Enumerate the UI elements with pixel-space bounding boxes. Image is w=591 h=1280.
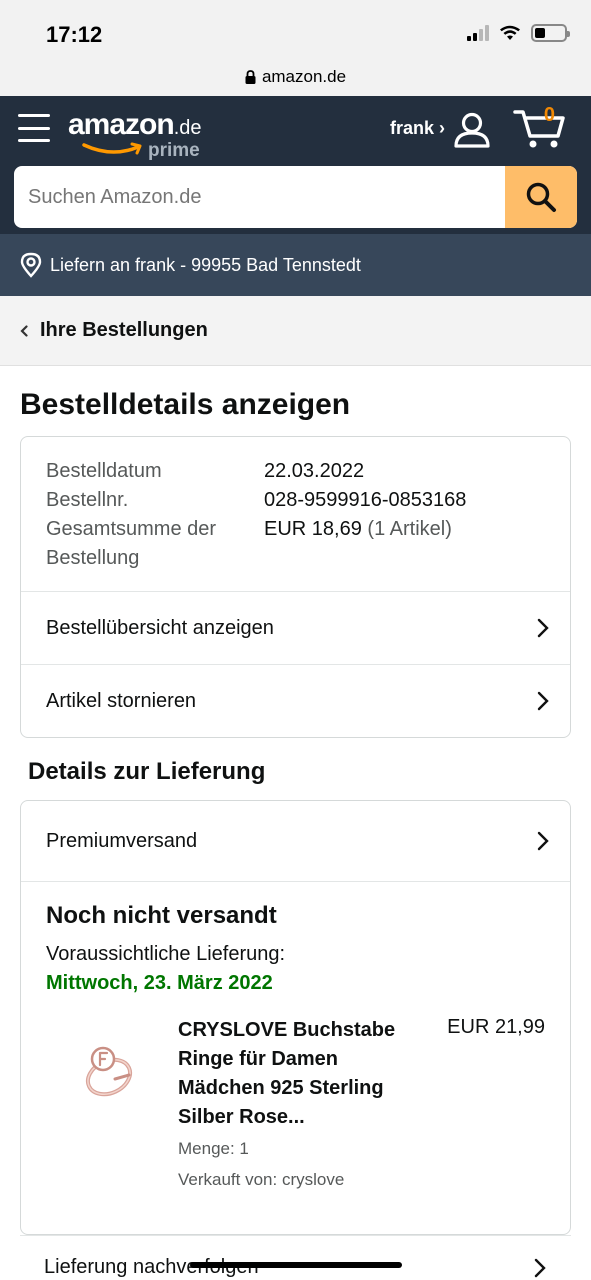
logo-smile-icon	[82, 142, 142, 155]
order-date-value: 22.03.2022	[264, 460, 365, 482]
delivery-estimate-date: Mittwoch, 23. März 2022	[46, 972, 273, 994]
shipping-method-label: Premiumversand	[46, 829, 198, 852]
search-box	[14, 166, 577, 228]
order-total-items: (1 Artikel)	[367, 518, 452, 540]
status-icons	[467, 24, 570, 42]
view-invoice-link[interactable]: Bestellübersicht anzeigen	[21, 591, 570, 664]
signal-icon	[467, 25, 489, 41]
chevron-right-icon	[537, 831, 549, 851]
wifi-icon	[500, 25, 520, 40]
amazon-logo[interactable]: amazon.de prime	[68, 108, 202, 161]
shipping-method-link[interactable]: Premiumversand	[21, 801, 570, 881]
delivery-location-text: Liefern an frank - 99955 Bad Tennstedt	[50, 254, 361, 275]
breadcrumb[interactable]: Ihre Bestellungen	[0, 296, 591, 366]
url-text: amazon.de	[261, 67, 347, 86]
cancel-items-label: Artikel stornieren	[46, 689, 197, 712]
chevron-right-icon	[534, 1258, 546, 1277]
ring-product-icon	[85, 1046, 133, 1097]
chevron-left-icon	[20, 324, 28, 337]
item-name[interactable]: CRYSLOVE Buchstabe Ringe für Damen Mädch…	[178, 1016, 418, 1132]
chevron-right-icon	[537, 691, 549, 711]
order-item[interactable]: CRYSLOVE Buchstabe Ringe für Damen Mädch…	[21, 998, 570, 1234]
account-link[interactable]: frank ›	[390, 118, 445, 139]
battery-icon	[531, 24, 570, 42]
breadcrumb-label: Ihre Bestellungen	[40, 319, 208, 341]
search-input[interactable]	[14, 166, 505, 228]
site-header: amazon.de prime frank › 0	[0, 96, 591, 166]
order-summary: Bestelldatum 22.03.2022 Bestellnr. 028-9…	[21, 437, 570, 591]
shipment-status: Noch nicht versandt Voraussichtliche Lie…	[21, 882, 570, 998]
search-icon	[526, 182, 556, 212]
hamburger-icon[interactable]	[18, 114, 50, 142]
cart-icon[interactable]	[513, 106, 565, 150]
order-total: EUR 18,69 (1 Artikel)	[264, 515, 546, 573]
location-pin-icon	[20, 252, 42, 278]
order-summary-card: Bestelldatum 22.03.2022 Bestellnr. 028-9…	[20, 436, 571, 738]
lock-icon	[245, 70, 256, 84]
order-date-label: Bestelldatum	[46, 460, 162, 482]
order-total-value: EUR 18,69	[264, 518, 362, 540]
logo-prime: prime	[148, 140, 200, 161]
track-delivery-link[interactable]: Lieferung nachverfolgen	[20, 1235, 571, 1280]
item-price: EUR 21,99	[447, 1016, 545, 1038]
order-total-label: Gesamtsumme der Bestellung	[46, 518, 217, 569]
delivery-section-title: Details zur Lieferung	[28, 758, 266, 785]
logo-word: amazon	[68, 108, 175, 141]
url-bar[interactable]: amazon.de	[0, 58, 591, 96]
status-time: 17:12	[46, 22, 103, 47]
status-bar: 17:12	[0, 0, 591, 58]
delivery-estimate-label: Voraussichtliche Lieferung:	[46, 943, 286, 965]
item-seller: Verkauft von: cryslove	[178, 1170, 345, 1189]
page-title: Bestelldetails anzeigen	[20, 388, 351, 421]
chevron-right-icon	[537, 618, 549, 638]
delivery-location-bar[interactable]: Liefern an frank - 99955 Bad Tennstedt	[0, 234, 591, 296]
search-row	[0, 166, 591, 234]
shipment-status-title: Noch nicht versandt	[46, 902, 277, 929]
search-button[interactable]	[505, 166, 577, 228]
view-invoice-label: Bestellübersicht anzeigen	[46, 616, 274, 639]
item-details: CRYSLOVE Buchstabe Ringe für Damen Mädch…	[178, 1016, 418, 1194]
order-number-label: Bestellnr.	[46, 489, 129, 511]
cart-count: 0	[543, 104, 555, 126]
home-indicator[interactable]	[190, 1262, 402, 1268]
logo-tld: .de	[173, 117, 202, 139]
shipment-card: Premiumversand Noch nicht versandt Vorau…	[20, 800, 571, 1235]
item-quantity: Menge: 1	[178, 1139, 249, 1158]
product-image[interactable]	[46, 1016, 176, 1126]
order-number-value: 028-9599916-0853168	[264, 489, 467, 511]
user-icon[interactable]	[453, 112, 491, 148]
cancel-items-link[interactable]: Artikel stornieren	[21, 664, 570, 737]
